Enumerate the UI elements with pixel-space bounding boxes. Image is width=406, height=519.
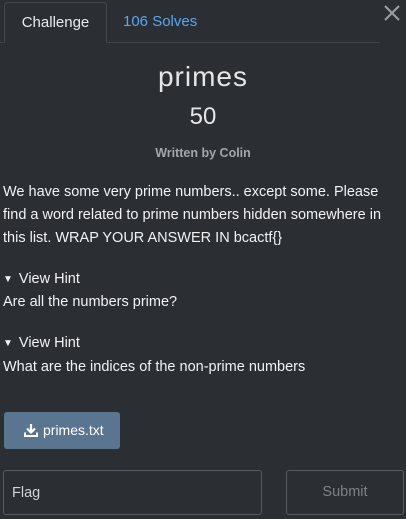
triangle-down-icon: ▼ — [3, 274, 13, 285]
challenge-author: Written by Colin — [155, 146, 251, 160]
close-icon[interactable] — [381, 2, 403, 24]
challenge-points: 50 — [189, 103, 217, 130]
challenge-modal: Challenge 106 Solves primes 50 Written b… — [0, 0, 406, 519]
challenge-description: We have some very prime numbers.. except… — [3, 184, 382, 246]
hint-text-2: What are the indices of the non-prime nu… — [3, 359, 306, 375]
tab-challenge[interactable]: Challenge — [4, 2, 107, 43]
hint-text-1: Are all the numbers prime? — [3, 294, 178, 310]
file-download-button[interactable]: primes.txt — [4, 412, 120, 449]
triangle-down-icon: ▼ — [3, 338, 13, 349]
file-name: primes.txt — [43, 422, 104, 438]
tab-bar: Challenge 106 Solves — [0, 0, 380, 43]
hint-toggle-label: View Hint — [18, 335, 80, 351]
download-icon — [24, 424, 38, 437]
hint-toggle-2[interactable]: ▼ View Hint — [3, 335, 80, 351]
tab-solves[interactable]: 106 Solves — [123, 2, 197, 43]
hint-toggle-1[interactable]: ▼ View Hint — [3, 271, 80, 287]
challenge-title: primes — [157, 61, 248, 92]
flag-input[interactable] — [3, 470, 262, 515]
submit-button[interactable]: Submit — [286, 470, 404, 515]
hint-toggle-label: View Hint — [18, 271, 80, 287]
